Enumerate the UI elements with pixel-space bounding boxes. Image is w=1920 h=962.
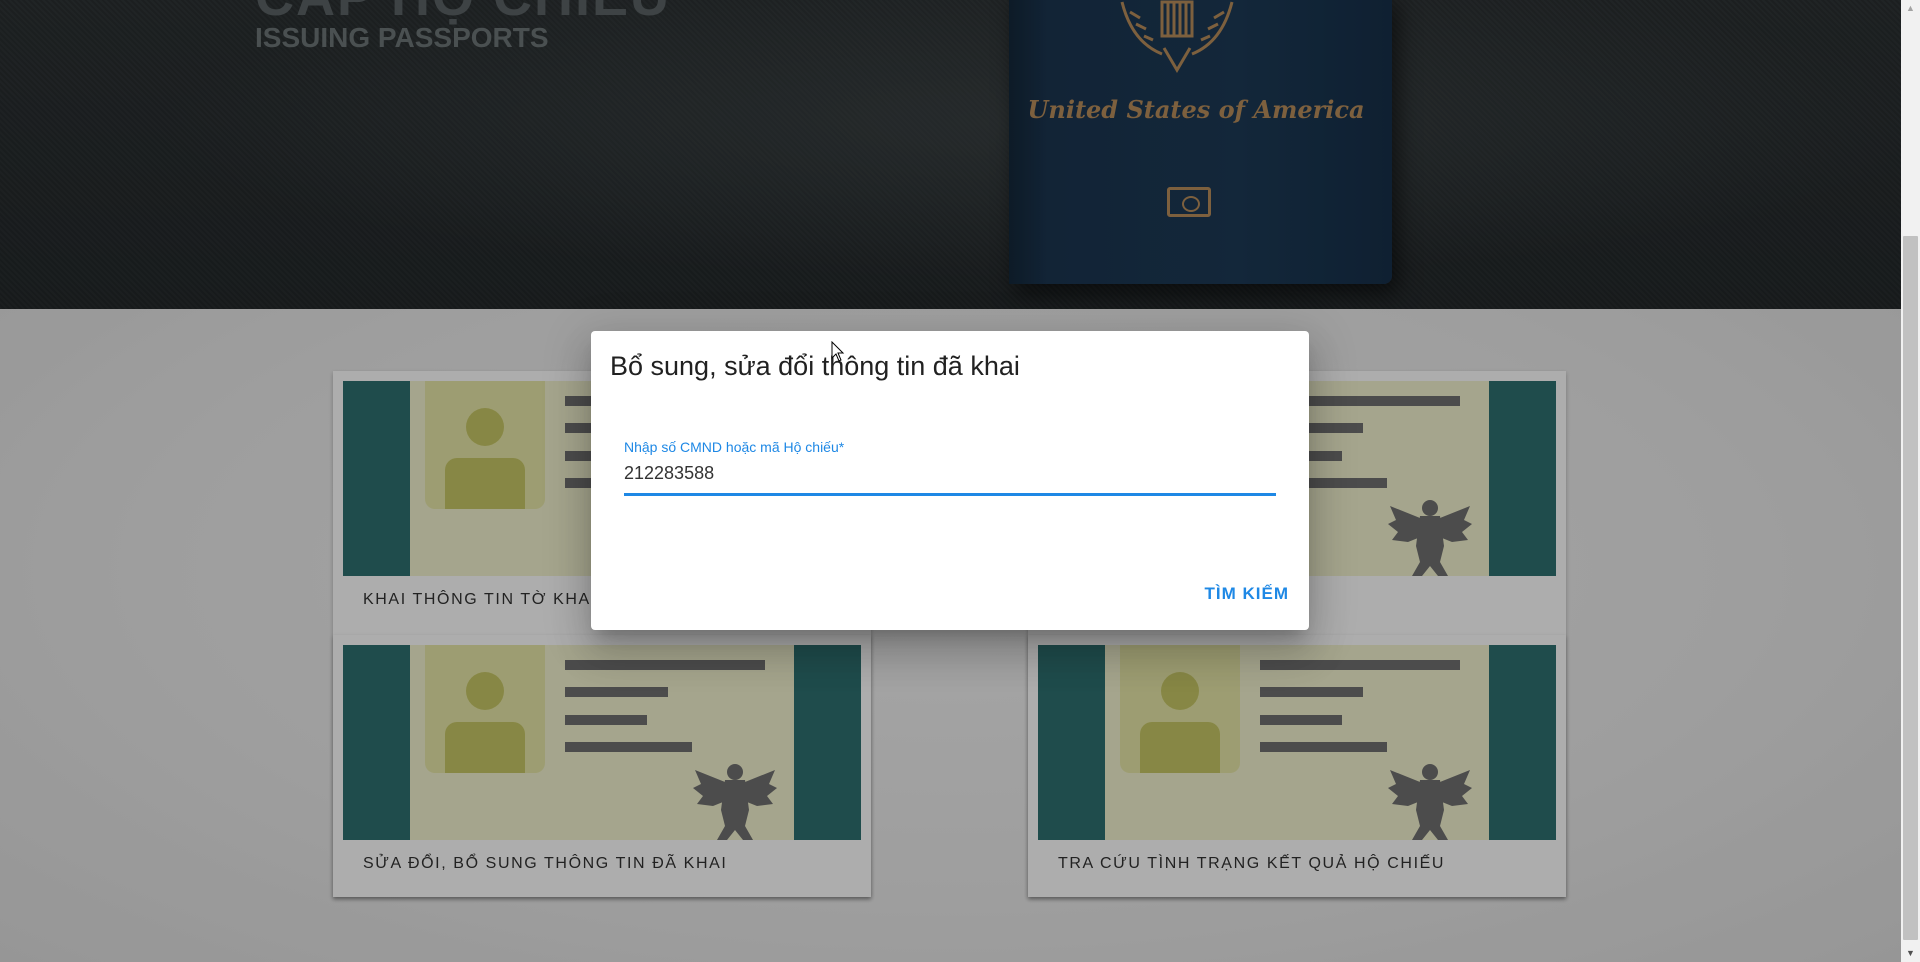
search-button[interactable]: TÌM KIẾM [1203,576,1292,612]
id-number-input[interactable] [624,458,1276,488]
dialog-title: Bổ sung, sửa đổi thông tin đã khai [610,351,1020,381]
page: CẤP HỘ CHIẾU ISSUING PASSPORTS United St… [0,0,1901,962]
edit-info-dialog: Bổ sung, sửa đổi thông tin đã khai Nhập … [591,331,1309,630]
id-number-field: Nhập số CMND hoặc mã Hộ chiếu* [624,439,1276,509]
scrollbar-thumb[interactable] [1903,236,1918,940]
scroll-down-arrow-icon[interactable]: ▼ [1901,945,1920,962]
vertical-scrollbar[interactable]: ▲ ▼ [1901,0,1920,962]
id-number-label: Nhập số CMND hoặc mã Hộ chiếu* [624,439,845,455]
scroll-up-arrow-icon[interactable]: ▲ [1901,0,1920,17]
mouse-cursor-icon [831,341,845,362]
input-underline [624,493,1276,496]
